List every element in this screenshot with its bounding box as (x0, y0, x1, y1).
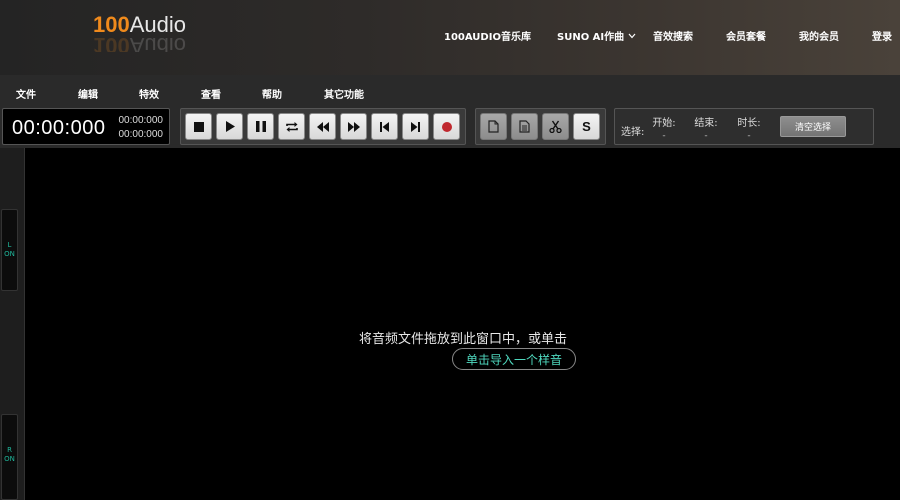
selection-end: 结束: - (691, 114, 721, 141)
nav-suno-ai-label: SUNO AI作曲 (557, 32, 625, 43)
right-channel-letter: R (7, 446, 12, 454)
left-channel-status: ON (4, 250, 15, 258)
right-channel-toggle[interactable]: R ON (1, 414, 18, 500)
rewind-icon (316, 121, 329, 132)
site-header: 100Audio 100Audio 100AUDIO音乐库 SUNO AI作曲 … (0, 0, 900, 75)
current-time: 00:00:000 (12, 117, 106, 139)
edit-controls: S (475, 108, 606, 145)
silence-icon: S (582, 119, 591, 134)
nav-my-membership[interactable]: 我的会员 (799, 28, 839, 43)
transport-controls (180, 108, 466, 145)
clear-selection-button[interactable]: 清空选择 (780, 116, 846, 137)
selection-duration-label: 时长: (737, 118, 761, 129)
copy-icon (488, 120, 499, 133)
skip-end-icon (411, 121, 420, 132)
cut-icon (549, 120, 562, 133)
loop-button[interactable] (278, 113, 305, 140)
selection-duration: 时长: - (734, 114, 764, 141)
skip-to-end-button[interactable] (402, 113, 429, 140)
nav-suno-ai[interactable]: SUNO AI作曲 (557, 28, 636, 43)
paste-button[interactable] (511, 113, 538, 140)
selection-start-time: 00:00:000 (118, 115, 164, 126)
right-channel-status: ON (4, 455, 15, 463)
selection-panel: 选择: 开始: - 结束: - 时长: - 清空选择 (614, 108, 874, 145)
chevron-down-icon (628, 32, 636, 42)
pause-button[interactable] (247, 113, 274, 140)
menu-file[interactable]: 文件 (16, 86, 36, 101)
fast-forward-icon (347, 121, 360, 132)
selection-end-time: 00:00:000 (118, 129, 164, 140)
menu-view[interactable]: 查看 (201, 86, 221, 101)
stop-button[interactable] (185, 113, 212, 140)
time-display: 00:00:000 00:00:000 00:00:000 (2, 108, 170, 145)
left-channel-letter: L (7, 241, 12, 249)
loop-icon (285, 121, 299, 133)
toolbar: 00:00:000 00:00:000 00:00:000 S 选择: 开始: … (0, 105, 900, 148)
fast-forward-button[interactable] (340, 113, 367, 140)
silence-button[interactable]: S (573, 113, 600, 140)
channel-strip: L ON R ON (0, 148, 25, 500)
selection-start-label: 开始: (652, 118, 676, 129)
pause-icon (255, 121, 266, 132)
selection-duration-value: - (747, 131, 751, 141)
drop-instructions: 将音频文件拖放到此窗口中，或单击 (358, 332, 567, 347)
left-channel-toggle[interactable]: L ON (1, 209, 18, 291)
menu-other-features[interactable]: 其它功能 (324, 86, 364, 101)
top-nav: 100AUDIO音乐库 SUNO AI作曲 音效搜索 会员套餐 我的会员 登录 (0, 28, 900, 44)
selection-start: 开始: - (649, 114, 679, 141)
selection-end-value: - (704, 131, 708, 141)
skip-to-start-button[interactable] (371, 113, 398, 140)
menu-edit[interactable]: 编辑 (78, 86, 98, 101)
waveform-drop-area[interactable]: 将音频文件拖放到此窗口中，或单击 单击导入一个样音 (26, 148, 900, 500)
record-icon (441, 121, 452, 132)
copy-button[interactable] (480, 113, 507, 140)
record-button[interactable] (433, 113, 460, 140)
stop-icon (193, 121, 204, 132)
menu-effects[interactable]: 特效 (139, 86, 159, 101)
menu-help[interactable]: 帮助 (262, 86, 282, 101)
import-sample-button[interactable]: 单击导入一个样音 (452, 348, 576, 370)
menu-bar: 文件 编辑 特效 查看 帮助 其它功能 (0, 75, 900, 105)
nav-sound-search[interactable]: 音效搜索 (653, 28, 693, 43)
play-icon (225, 121, 235, 132)
nav-login[interactable]: 登录 (872, 28, 892, 43)
cut-button[interactable] (542, 113, 569, 140)
selection-start-value: - (662, 131, 666, 141)
play-button[interactable] (216, 113, 243, 140)
skip-start-icon (380, 121, 389, 132)
nav-membership-plans[interactable]: 会员套餐 (726, 28, 766, 43)
selection-end-label: 结束: (694, 118, 718, 129)
paste-icon (519, 120, 530, 133)
nav-music-library[interactable]: 100AUDIO音乐库 (444, 28, 531, 43)
selection-label: 选择: (621, 127, 645, 138)
rewind-button[interactable] (309, 113, 336, 140)
